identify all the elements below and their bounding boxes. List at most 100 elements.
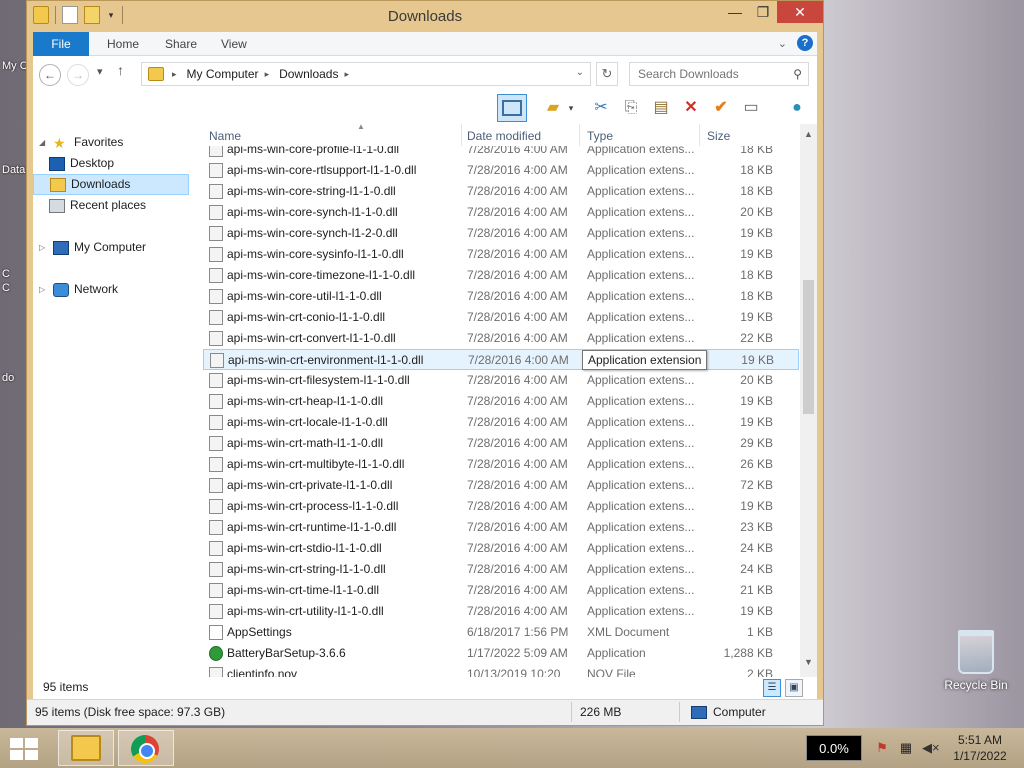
taskbar-chrome[interactable]: [118, 730, 174, 766]
breadcrumb-chevron-icon[interactable]: ▸: [265, 69, 270, 80]
nav-item-favorites[interactable]: ◢ ★ Favorites: [33, 132, 123, 153]
table-row[interactable]: api-ms-win-crt-environment-l1-1-0.dll 7/2…: [203, 349, 799, 370]
table-row[interactable]: api-ms-win-crt-time-l1-1-0.dll 7/28/2016 …: [203, 580, 799, 601]
table-row[interactable]: api-ms-win-crt-private-l1-1-0.dll 7/28/20…: [203, 475, 799, 496]
scrollbar-thumb[interactable]: [803, 280, 814, 414]
breadcrumb-chevron-icon[interactable]: ▸: [344, 69, 349, 80]
open-folder-icon[interactable]: ▰: [541, 96, 565, 120]
delete-icon[interactable]: ✕: [679, 96, 703, 120]
close-button[interactable]: ✕: [777, 1, 823, 23]
nav-item-my-computer[interactable]: ▷ My Computer: [33, 237, 146, 258]
table-row[interactable]: api-ms-win-crt-conio-l1-1-0.dll 7/28/2016…: [203, 307, 799, 328]
cell-size: 19 KB: [740, 499, 773, 513]
table-row[interactable]: api-ms-win-core-synch-l1-1-0.dll 7/28/201…: [203, 202, 799, 223]
minimize-button[interactable]: —: [721, 1, 749, 23]
table-row[interactable]: api-ms-win-crt-utility-l1-1-0.dll 7/28/20…: [203, 601, 799, 622]
breadcrumb-chevron-icon[interactable]: ▸: [172, 69, 177, 80]
scroll-up-arrow-icon[interactable]: ▲: [800, 126, 817, 143]
table-row[interactable]: AppSettings 6/18/2017 1:56 PM XML Document…: [203, 622, 799, 643]
nav-item-desktop[interactable]: Desktop: [49, 153, 114, 174]
table-row[interactable]: api-ms-win-core-rtlsupport-l1-1-0.dll 7/2…: [203, 160, 799, 181]
expand-arrow-icon[interactable]: ▷: [39, 279, 49, 300]
table-row[interactable]: api-ms-win-core-timezone-l1-1-0.dll 7/28/…: [203, 265, 799, 286]
cell-name: api-ms-win-core-rtlsupport-l1-1-0.dll: [227, 163, 417, 177]
table-row[interactable]: api-ms-win-crt-runtime-l1-1-0.dll 7/28/20…: [203, 517, 799, 538]
table-row[interactable]: api-ms-win-crt-string-l1-1-0.dll 7/28/201…: [203, 559, 799, 580]
nav-item-recent-places[interactable]: Recent places: [49, 195, 146, 216]
tab-home[interactable]: Home: [95, 32, 151, 56]
help-icon[interactable]: ?: [797, 35, 813, 51]
table-row[interactable]: api-ms-win-crt-stdio-l1-1-0.dll 7/28/2016…: [203, 538, 799, 559]
paste-icon[interactable]: ▤: [649, 96, 673, 120]
table-row[interactable]: api-ms-win-core-util-l1-1-0.dll 7/28/2016…: [203, 286, 799, 307]
action-center-flag-icon[interactable]: ⚑: [874, 740, 890, 756]
recent-locations-chevron-down-icon[interactable]: ▾: [97, 65, 103, 78]
maximize-button[interactable]: ❐: [749, 1, 777, 23]
clock[interactable]: 5:51 AM 1/17/2022: [940, 732, 1020, 764]
table-row[interactable]: api-ms-win-crt-convert-l1-1-0.dll 7/28/20…: [203, 328, 799, 349]
forward-button[interactable]: →: [67, 64, 89, 86]
expand-arrow-icon[interactable]: ▷: [39, 237, 49, 258]
table-row[interactable]: BatteryBarSetup-3.6.6 1/17/2022 5:09 AM Ap…: [203, 643, 799, 664]
column-divider[interactable]: [579, 124, 580, 146]
properties-check-icon[interactable]: ✔: [709, 96, 733, 120]
tab-share[interactable]: Share: [153, 32, 209, 56]
breadcrumb-downloads[interactable]: Downloads: [279, 67, 338, 81]
taskbar-file-explorer[interactable]: [58, 730, 114, 766]
search-input[interactable]: [638, 67, 784, 81]
large-icons-view-icon[interactable]: ▣: [785, 679, 803, 697]
up-button[interactable]: ↑: [117, 62, 124, 78]
column-header-type[interactable]: Type: [581, 127, 699, 145]
refresh-button[interactable]: ↻: [596, 62, 618, 86]
table-row[interactable]: clientinfo.nov 10/13/2019 10:20 NOV File 2 …: [203, 664, 799, 677]
desktop-icon-label[interactable]: Data: [2, 164, 28, 176]
desktop-icon-label[interactable]: C: [2, 268, 28, 280]
title-bar[interactable]: ▾ Downloads — ❐ ✕: [27, 1, 823, 31]
table-row[interactable]: api-ms-win-core-string-l1-1-0.dll 7/28/20…: [203, 181, 799, 202]
back-button[interactable]: ←: [39, 64, 61, 86]
column-header-name[interactable]: Name: [203, 127, 461, 145]
table-row[interactable]: api-ms-win-crt-process-l1-1-0.dll 7/28/20…: [203, 496, 799, 517]
address-field[interactable]: ▸ My Computer ▸ Downloads ▸ ⌄: [141, 62, 591, 86]
rename-icon[interactable]: ▭: [739, 96, 763, 120]
table-row[interactable]: api-ms-win-core-synch-l1-2-0.dll 7/28/201…: [203, 223, 799, 244]
table-row[interactable]: api-ms-win-crt-locale-l1-1-0.dll 7/28/201…: [203, 412, 799, 433]
globe-icon[interactable]: ●: [785, 96, 809, 120]
desktop-icon-label[interactable]: do: [2, 372, 28, 384]
table-row[interactable]: api-ms-win-crt-heap-l1-1-0.dll 7/28/2016 …: [203, 391, 799, 412]
network-tray-icon[interactable]: ▦: [898, 740, 914, 756]
desktop-icon-label[interactable]: C: [2, 282, 28, 294]
collapse-arrow-icon[interactable]: ◢: [39, 132, 49, 153]
column-divider[interactable]: [699, 124, 700, 146]
tab-view[interactable]: View: [209, 32, 259, 56]
address-history-chevron-down-icon[interactable]: ⌄: [576, 67, 584, 78]
navigation-pane-button[interactable]: [497, 94, 527, 122]
table-row[interactable]: api-ms-win-crt-math-l1-1-0.dll 7/28/2016 …: [203, 433, 799, 454]
recycle-bin-desktop-icon[interactable]: Recycle Bin: [940, 630, 1012, 692]
tab-file[interactable]: File: [33, 32, 89, 56]
copy-icon[interactable]: ⎘: [619, 96, 643, 120]
details-view-icon[interactable]: ☰: [763, 679, 781, 697]
table-row[interactable]: api-ms-win-core-sysinfo-l1-1-0.dll 7/28/2…: [203, 244, 799, 265]
column-header-date[interactable]: Date modified: [461, 127, 579, 145]
nav-item-downloads[interactable]: Downloads: [33, 174, 189, 195]
cell-type: NOV File: [587, 667, 636, 677]
cut-icon[interactable]: ✂: [589, 96, 613, 120]
cpu-meter[interactable]: 0.0%: [806, 735, 862, 761]
search-icon[interactable]: ⚲: [793, 67, 802, 81]
expand-ribbon-icon[interactable]: ⌄: [778, 37, 787, 50]
dll-file-icon: [209, 226, 223, 241]
cell-name: api-ms-win-crt-math-l1-1-0.dll: [227, 436, 384, 450]
nav-item-network[interactable]: ▷ Network: [33, 279, 118, 300]
table-row[interactable]: api-ms-win-crt-filesystem-l1-1-0.dll 7/28…: [203, 370, 799, 391]
table-row[interactable]: api-ms-win-crt-multibyte-l1-1-0.dll 7/28/…: [203, 454, 799, 475]
volume-muted-icon[interactable]: ◀×: [922, 740, 940, 756]
vertical-scrollbar[interactable]: ▲ ▼: [800, 124, 817, 677]
search-box[interactable]: ⚲: [629, 62, 809, 86]
scroll-down-arrow-icon[interactable]: ▼: [800, 654, 817, 671]
start-button[interactable]: [10, 738, 38, 760]
open-chevron-down-icon[interactable]: ▾: [565, 96, 577, 120]
breadcrumb-my-computer[interactable]: My Computer: [187, 67, 259, 81]
desktop-icon-label[interactable]: My C: [2, 60, 28, 72]
column-header-size[interactable]: Size: [701, 127, 781, 145]
